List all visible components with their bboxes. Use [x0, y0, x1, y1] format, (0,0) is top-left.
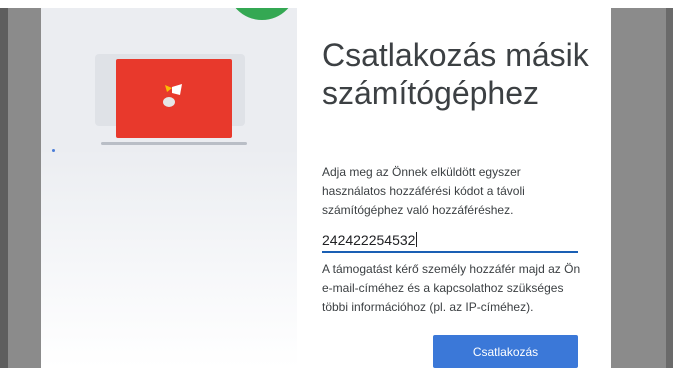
privacy-note: A támogatást kérő személy hozzáfér majd …: [322, 262, 581, 314]
chrome-remote-desktop-icon: [163, 84, 182, 107]
illustration-fade: [41, 148, 297, 368]
top-border: [0, 0, 673, 8]
laptop-icon: [116, 59, 232, 138]
connect-dialog: Csatlakozás másik számítógéphez Adja meg…: [41, 8, 611, 368]
backdrop-edge-right: [666, 8, 673, 368]
text-caret: [416, 232, 418, 247]
access-code-value: 242422254532: [322, 232, 416, 248]
access-code-input[interactable]: 242422254532: [322, 229, 578, 253]
dialog-title: Csatlakozás másik számítógéphez: [322, 37, 589, 111]
bottom-border: [0, 368, 673, 372]
dialog-description: Adja meg az Önnek elküldött egyszer hasz…: [322, 165, 525, 217]
backdrop-right: [611, 8, 673, 368]
dialog-illustration: [41, 8, 297, 368]
green-shape: [227, 8, 297, 20]
backdrop-edge-left: [0, 8, 8, 368]
laptop-base: [101, 142, 247, 145]
connect-button[interactable]: Csatlakozás: [433, 335, 578, 368]
carousel-dot: [52, 149, 55, 152]
